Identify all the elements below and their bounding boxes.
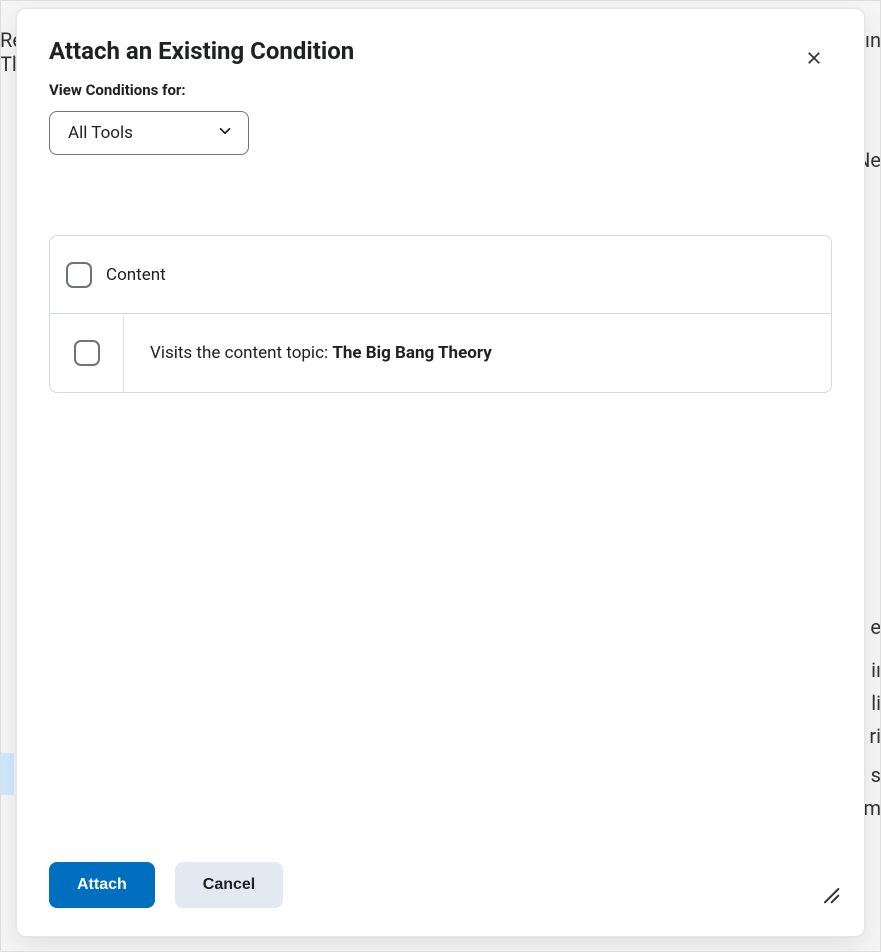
bg-text: e <box>870 615 881 639</box>
bg-text: iı <box>871 658 881 682</box>
conditions-group-row: Content <box>50 236 831 314</box>
tool-select[interactable]: All Tools <box>49 111 249 155</box>
view-conditions-label: View Conditions for: <box>49 81 832 99</box>
bg-text: ri <box>869 724 881 748</box>
attach-button[interactable]: Attach <box>49 862 155 908</box>
group-label: Content <box>106 265 166 285</box>
chevron-down-icon <box>216 122 234 144</box>
group-checkbox-content[interactable] <box>66 262 92 288</box>
condition-item-text: Visits the content topic: The Big Bang T… <box>124 314 831 392</box>
cancel-button[interactable]: Cancel <box>175 862 283 908</box>
modal-body: View Conditions for: All Tools Content V… <box>17 69 864 842</box>
close-button[interactable] <box>794 39 834 79</box>
modal-header: Attach an Existing Condition <box>17 9 864 69</box>
close-icon <box>805 49 823 70</box>
resize-icon <box>820 889 840 908</box>
tool-select-value: All Tools <box>68 123 133 143</box>
bg-text: m <box>863 796 881 820</box>
conditions-table: Content Visits the content topic: The Bi… <box>49 235 832 393</box>
condition-item-topic: The Big Bang Theory <box>332 343 491 363</box>
modal-title: Attach an Existing Condition <box>49 37 832 65</box>
attach-condition-modal: Attach an Existing Condition View Condit… <box>16 8 865 937</box>
condition-item-prefix: Visits the content topic: <box>150 343 328 363</box>
condition-item-row: Visits the content topic: The Big Bang T… <box>50 314 831 392</box>
bg-text: ın <box>865 28 881 52</box>
bg-text: s <box>871 763 881 787</box>
resize-handle[interactable] <box>820 884 840 908</box>
bg-text: li <box>871 691 881 715</box>
modal-footer: Attach Cancel <box>17 842 864 936</box>
condition-item-checkbox[interactable] <box>74 340 100 366</box>
condition-item-checkbox-cell <box>50 314 124 392</box>
bg-text: Tl <box>0 52 17 76</box>
bg-highlight <box>0 753 14 795</box>
